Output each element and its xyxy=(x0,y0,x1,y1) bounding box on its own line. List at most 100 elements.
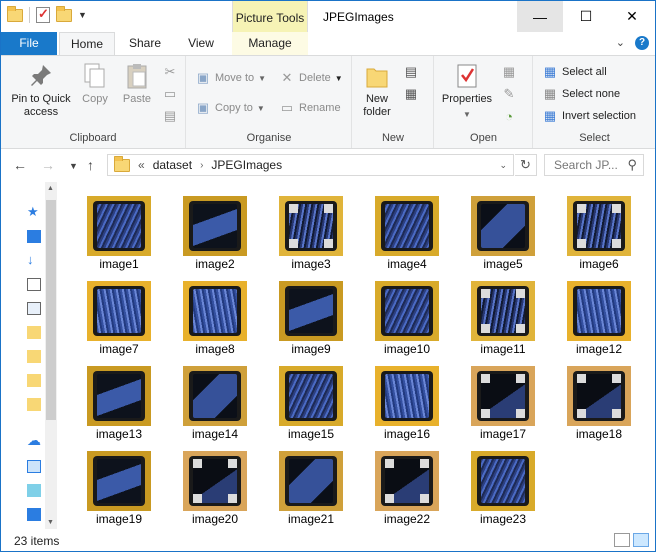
thumbnail-chip xyxy=(193,289,237,333)
thumbnail-corner xyxy=(385,494,394,503)
help-icon[interactable]: ? xyxy=(635,36,649,50)
folder-icon[interactable] xyxy=(7,5,23,22)
rename-icon: ▭ xyxy=(280,100,294,115)
maximize-button[interactable]: ☐ xyxy=(563,1,609,32)
up-arrow-icon[interactable]: ↑ xyxy=(87,157,94,173)
new-folder-icon[interactable] xyxy=(56,5,72,22)
open-icon[interactable]: ▦ xyxy=(501,64,517,80)
copy-button[interactable]: Copy xyxy=(77,62,113,106)
tab-view[interactable]: View xyxy=(175,32,227,55)
select-all-button[interactable]: ▦ Select all xyxy=(542,62,607,82)
invert-selection-button[interactable]: ▦ Invert selection xyxy=(542,106,636,126)
file-item[interactable]: image1 xyxy=(73,186,165,271)
recent-locations-icon[interactable]: ▼ xyxy=(69,161,78,171)
file-item[interactable]: image21 xyxy=(265,441,357,526)
documents-icon[interactable] xyxy=(27,278,41,291)
file-item[interactable]: image13 xyxy=(73,356,165,441)
new-item-icon[interactable]: ▤ xyxy=(403,64,419,80)
onedrive-icon[interactable]: ☁ xyxy=(27,432,41,448)
rename-button[interactable]: ▭ Rename xyxy=(279,98,341,118)
file-name: image22 xyxy=(383,512,431,526)
file-item[interactable]: image17 xyxy=(457,356,549,441)
file-item[interactable]: image8 xyxy=(169,271,261,356)
properties-icon[interactable] xyxy=(36,6,50,23)
scrollbar-thumb[interactable] xyxy=(46,200,56,420)
copy-to-button[interactable]: ▣ Copy to ▼ xyxy=(195,98,265,118)
move-to-button[interactable]: ▣ Move to ▼ xyxy=(195,68,266,88)
file-item[interactable]: image2 xyxy=(169,186,261,271)
file-item[interactable]: image14 xyxy=(169,356,261,441)
history-icon[interactable]: ◔ xyxy=(501,108,517,124)
pictures-icon[interactable] xyxy=(27,302,41,315)
file-item[interactable]: image23 xyxy=(457,441,549,526)
file-item[interactable]: image15 xyxy=(265,356,357,441)
organise-group: ▣ Move to ▼ ▣ Copy to ▼ ✕ Delete ▼ ▭ Ren… xyxy=(187,56,352,148)
tab-share[interactable]: Share xyxy=(119,32,171,55)
folder-icon[interactable] xyxy=(27,398,41,411)
file-item[interactable]: image3 xyxy=(265,186,357,271)
tab-home[interactable]: Home xyxy=(59,32,115,56)
thumbnail-corner xyxy=(612,239,621,248)
thumbnail-corner xyxy=(577,409,586,418)
desktop-icon[interactable] xyxy=(27,508,41,521)
file-item[interactable]: image16 xyxy=(361,356,453,441)
address-bar[interactable]: « dataset › JPEGImages ⌄ xyxy=(107,154,514,176)
pin-to-quick-access-button[interactable]: Pin to Quick access xyxy=(5,62,77,119)
back-arrow-icon[interactable]: ← xyxy=(13,157,27,173)
chevron-down-icon: ▼ xyxy=(334,73,343,83)
file-item[interactable]: image7 xyxy=(73,271,165,356)
downloads-icon[interactable]: ↓ xyxy=(27,252,41,267)
file-item[interactable]: image9 xyxy=(265,271,357,356)
large-icons-view-icon[interactable] xyxy=(633,533,649,547)
file-item[interactable]: image5 xyxy=(457,186,549,271)
minimize-button[interactable]: — xyxy=(517,1,563,32)
breadcrumb-jpegimages[interactable]: JPEGImages xyxy=(211,158,282,172)
expand-ribbon-icon[interactable]: ⌄ xyxy=(616,36,625,50)
breadcrumb-chevron-icon[interactable]: › xyxy=(200,160,203,171)
quick-access-star-icon[interactable]: ★ xyxy=(27,204,41,219)
folder-icon[interactable] xyxy=(27,350,41,363)
search-input[interactable]: Search JP... ⚲ xyxy=(544,154,644,176)
paste-button[interactable]: Paste xyxy=(117,62,157,106)
folder-icon[interactable] xyxy=(27,374,41,387)
address-history-chevron-icon[interactable]: ⌄ xyxy=(499,160,507,171)
new-folder-button[interactable]: New folder xyxy=(359,62,395,119)
copy-path-icon[interactable]: ▭ xyxy=(162,86,178,102)
breadcrumb-overflow[interactable]: « xyxy=(138,158,145,172)
file-thumbnail xyxy=(279,281,343,341)
scroll-up-icon[interactable]: ▲ xyxy=(47,185,54,192)
3d-objects-icon[interactable] xyxy=(27,484,41,497)
file-item[interactable]: image12 xyxy=(553,271,645,356)
easy-access-icon[interactable]: ▦ xyxy=(403,86,419,102)
file-item[interactable]: image19 xyxy=(73,441,165,526)
desktop-icon[interactable] xyxy=(27,230,41,243)
tab-manage[interactable]: Manage xyxy=(232,32,308,55)
customize-toolbar-arrow-icon[interactable]: ▼ xyxy=(78,10,87,20)
file-item[interactable]: image4 xyxy=(361,186,453,271)
breadcrumb-dataset[interactable]: dataset xyxy=(153,158,192,172)
file-item[interactable]: image10 xyxy=(361,271,453,356)
details-view-icon[interactable] xyxy=(614,533,630,547)
edit-icon[interactable]: ✎ xyxy=(501,86,517,102)
cut-icon[interactable]: ✂ xyxy=(162,64,178,80)
close-button[interactable]: ✕ xyxy=(609,1,655,32)
select-none-button[interactable]: ▦ Select none xyxy=(542,84,620,104)
folder-icon[interactable] xyxy=(27,326,41,339)
file-item[interactable]: image11 xyxy=(457,271,549,356)
refresh-button[interactable]: ↻ xyxy=(515,154,537,176)
paste-icon xyxy=(123,62,151,90)
properties-button[interactable]: Properties ▼ xyxy=(439,62,495,121)
forward-arrow-icon[interactable]: → xyxy=(41,157,55,173)
file-item[interactable]: image6 xyxy=(553,186,645,271)
thumbnail-corner xyxy=(481,409,490,418)
nav-pane-scrollbar[interactable]: ▲ ▼ xyxy=(45,182,57,529)
file-item[interactable]: image20 xyxy=(169,441,261,526)
paste-shortcut-icon[interactable]: ▤ xyxy=(162,108,178,124)
delete-button[interactable]: ✕ Delete ▼ xyxy=(279,68,343,88)
tab-file[interactable]: File xyxy=(1,32,57,55)
this-pc-icon[interactable] xyxy=(27,460,41,473)
file-item[interactable]: image18 xyxy=(553,356,645,441)
file-item[interactable]: image22 xyxy=(361,441,453,526)
item-count: 23 items xyxy=(14,534,60,548)
scroll-down-icon[interactable]: ▼ xyxy=(47,519,54,526)
